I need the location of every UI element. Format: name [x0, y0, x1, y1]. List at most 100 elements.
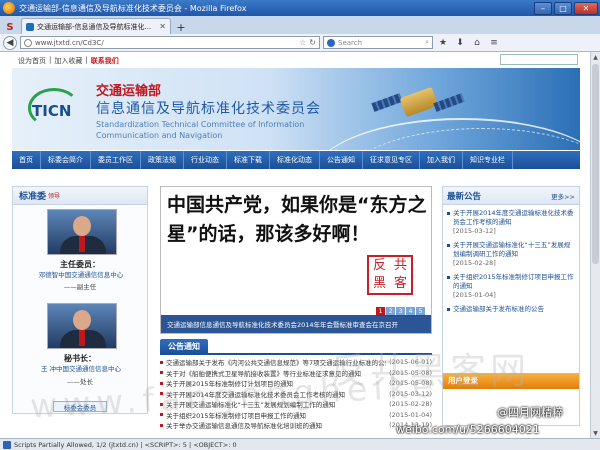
seal-char-3: 黑 — [372, 276, 386, 291]
nav-about[interactable]: 标委会简介 — [41, 151, 91, 169]
contact-link[interactable]: 联系我们 — [91, 56, 119, 66]
satellite-icon — [371, 74, 465, 134]
news-slideshow[interactable]: 中国共产党，如果你是“东方之星”的话，那该多好啊！ 反 共 黑 客 1 2 3 … — [160, 186, 432, 334]
list-item[interactable]: 关于举办交通运输信息通信及导航标准化培训班的通知 (2014-12-19) — [160, 420, 432, 431]
committee-members-button[interactable]: 标委会委员 — [53, 401, 107, 412]
bullet-icon — [160, 413, 163, 417]
bullet-icon — [160, 402, 163, 406]
vertical-scrollbar[interactable]: ▲ ▼ — [590, 52, 600, 438]
list-item[interactable]: 关于开展2015年标准制修订计划项目的通知 (2015-05-08) — [160, 378, 432, 389]
notice-title[interactable]: 关于对《船舶便携式卫星导航接收装置》等行业标准征求意见的通知 — [166, 368, 386, 378]
search-engine-icon[interactable] — [327, 38, 335, 47]
bookmark-star-icon[interactable]: ☆ — [299, 38, 306, 47]
leader-rank-2: ——处长 — [67, 378, 93, 386]
scroll-up-icon[interactable]: ▲ — [591, 52, 600, 62]
leader-portrait-1[interactable] — [47, 209, 117, 255]
noscript-status-icon[interactable] — [3, 440, 11, 449]
close-window-button[interactable]: ✕ — [574, 1, 598, 15]
menu-icon[interactable]: ≡ — [487, 36, 501, 50]
latest-announcements-list: 关于开展2014年度交通运输标准化技术委员会工作考核的通知 [2015-03-12… — [443, 205, 579, 314]
bookmarks-icon[interactable]: ★ — [436, 36, 450, 50]
nav-announcements[interactable]: 公告通知 — [320, 151, 363, 169]
leader-portrait-2[interactable] — [47, 303, 117, 349]
seal-char-4: 客 — [393, 276, 407, 291]
watermark-weibo: weibo.com/u/5266604021 — [396, 423, 540, 436]
site-header-banner: TICN 交通运输部 信息通信及导航标准化技术委员会 Standardizati… — [12, 68, 580, 150]
seal-char-1: 反 — [372, 258, 386, 273]
nav-industry-news[interactable]: 行业动态 — [184, 151, 227, 169]
nav-standardization-news[interactable]: 标准化动态 — [270, 151, 320, 169]
window-title: 交通运输部-信息通信及导航标准化技术委员会 - Mozilla Firefox — [19, 3, 247, 13]
noscript-icon[interactable]: S — [3, 20, 17, 34]
back-button[interactable]: ◀ — [3, 35, 17, 50]
leader-role-1: 主任委员： — [60, 260, 100, 269]
slide-caption[interactable]: 交通运输部信息通信及导航标准化技术委员会2014年年会暨标准审查会在京召开 — [161, 315, 431, 333]
set-homepage-link[interactable]: 设为首页 — [18, 56, 46, 66]
list-item[interactable]: 关于组织2015年标准制修订项目申报工作的通知 [2015-01-04] — [447, 273, 575, 300]
latest-announcements-title: 最新公告 — [447, 191, 482, 202]
add-favorite-link[interactable]: 加入收藏 — [54, 56, 82, 66]
leader-desc-2[interactable]: 王 冲中国交通通信信息中心 — [17, 365, 145, 374]
announcement-text[interactable]: 关于开展交通运输标准化“十三五”发展规划编制调研工作的通知 — [453, 241, 570, 258]
list-item[interactable]: 关于开展交通运输标准化“十三五”发展规划编制工作的通知 (2015-02-28) — [160, 399, 432, 410]
user-login-header[interactable]: 用户登录 — [443, 373, 579, 389]
scroll-down-icon[interactable]: ▼ — [591, 428, 600, 438]
notice-title[interactable]: 关于开展2015年标准制修订计划项目的通知 — [166, 378, 386, 388]
search-icon[interactable]: ⌕ — [425, 38, 429, 47]
nav-policies[interactable]: 政策法规 — [141, 151, 184, 169]
downloads-icon[interactable]: ⬇ — [453, 36, 467, 50]
org-name-line1: 交通运输部 — [96, 84, 162, 99]
notice-date: (2015-01-04) — [389, 410, 432, 419]
sidebar-header: 标准委 领导 — [13, 187, 147, 205]
nav-member-area[interactable]: 委员工作区 — [91, 151, 141, 169]
tab-active[interactable]: 交通运输部-信息通信及导航标准化... ✕ — [21, 18, 171, 34]
bullet-icon — [160, 360, 163, 364]
list-item[interactable]: 关于开展交通运输标准化“十三五”发展规划编制调研工作的通知 [2015-02-28… — [447, 241, 575, 268]
notice-title[interactable]: 关于组织2015年标准制修订项目申报工作的通知 — [166, 410, 386, 420]
top-links: 设为首页 | 加入收藏 | 联系我们 — [18, 56, 119, 66]
tab-notices[interactable]: 公告通知 — [160, 339, 208, 354]
nav-knowledge[interactable]: 知识专业栏 — [463, 151, 513, 169]
url-bar[interactable]: www.jtxtd.cn/Cd3C/ ☆ ↻ — [20, 36, 320, 49]
sidebar-subtitle: 领导 — [48, 193, 61, 200]
list-item[interactable]: 交通运输部关于发布标准的公告 — [447, 305, 575, 314]
notice-title[interactable]: 关于开展2014年度交通运输标准化技术委员会工作考核的通知 — [166, 389, 386, 399]
list-item[interactable]: 关于组织2015年标准制修订项目申报工作的通知 (2015-01-04) — [160, 410, 432, 421]
announcement-text[interactable]: 交通运输部关于发布标准的公告 — [453, 305, 544, 313]
latest-announcements-header: 最新公告 更多>> — [443, 187, 579, 205]
navigation-toolbar: ◀ www.jtxtd.cn/Cd3C/ ☆ ↻ Search ⌕ ★ ⬇ ⌂ … — [0, 34, 600, 52]
notice-title[interactable]: 关于开展交通运输标准化“十三五”发展规划编制工作的通知 — [166, 399, 386, 409]
list-item[interactable]: 交通运输部关于发布《内河公共交通信息规范》等7项交通运输行业标准的公告 (2015… — [160, 357, 432, 368]
nav-home[interactable]: 首页 — [12, 151, 41, 169]
list-item[interactable]: 关于开展2014年度交通运输标准化技术委员会工作考核的通知 [2015-03-12… — [447, 209, 575, 236]
announcement-text[interactable]: 关于开展2014年度交通运输标准化技术委员会工作考核的通知 — [453, 209, 574, 226]
list-item[interactable]: 关于开展2014年度交通运输标准化技术委员会工作考核的通知 (2015-03-12… — [160, 389, 432, 400]
close-tab-icon[interactable]: ✕ — [159, 22, 166, 31]
hacker-seal-stamp: 反 共 黑 客 — [367, 255, 413, 295]
globe-icon — [24, 38, 32, 47]
leader-desc-1[interactable]: 邓德智中国交通通信信息中心 — [17, 271, 145, 280]
org-name-english-2: Communication and Navigation — [96, 131, 223, 140]
nav-consultation[interactable]: 征求意见专区 — [363, 151, 420, 169]
nav-standards-download[interactable]: 标准下载 — [227, 151, 270, 169]
status-bar: Scripts Partially Allowed, 1/2 (jtxtd.cn… — [0, 438, 600, 450]
minimize-button[interactable]: – — [534, 1, 552, 15]
reload-icon[interactable]: ↻ — [309, 38, 316, 47]
announcement-text[interactable]: 关于组织2015年标准制修订项目申报工作的通知 — [453, 273, 574, 290]
more-link[interactable]: 更多>> — [551, 191, 575, 201]
notice-title[interactable]: 关于举办交通运输信息通信及导航标准化培训班的通知 — [166, 420, 386, 430]
status-text: Scripts Partially Allowed, 1/2 (jtxtd.cn… — [14, 440, 237, 449]
announcement-date: [2015-02-28] — [453, 259, 496, 267]
search-box[interactable]: Search ⌕ — [323, 36, 433, 49]
scrollbar-thumb[interactable] — [592, 64, 599, 264]
notice-title[interactable]: 交通运输部关于发布《内河公共交通信息规范》等7项交通运输行业标准的公告 — [166, 357, 386, 367]
notice-date: (2015-05-08) — [389, 368, 432, 377]
new-tab-button[interactable]: + — [174, 20, 188, 34]
site-search-input[interactable] — [500, 54, 578, 65]
maximize-button[interactable]: □ — [554, 1, 572, 15]
leadership-sidebar: 标准委 领导 主任委员： 邓德智中国交通通信信息中心 ——副主任 秘书长： 王 … — [12, 186, 148, 414]
nav-join-us[interactable]: 加入我们 — [420, 151, 463, 169]
home-icon[interactable]: ⌂ — [470, 36, 484, 50]
list-item[interactable]: 关于对《船舶便携式卫星导航接收装置》等行业标准征求意见的通知 (2015-05-0… — [160, 368, 432, 379]
org-name-line2: 信息通信及导航标准化技术委员会 — [96, 101, 321, 117]
